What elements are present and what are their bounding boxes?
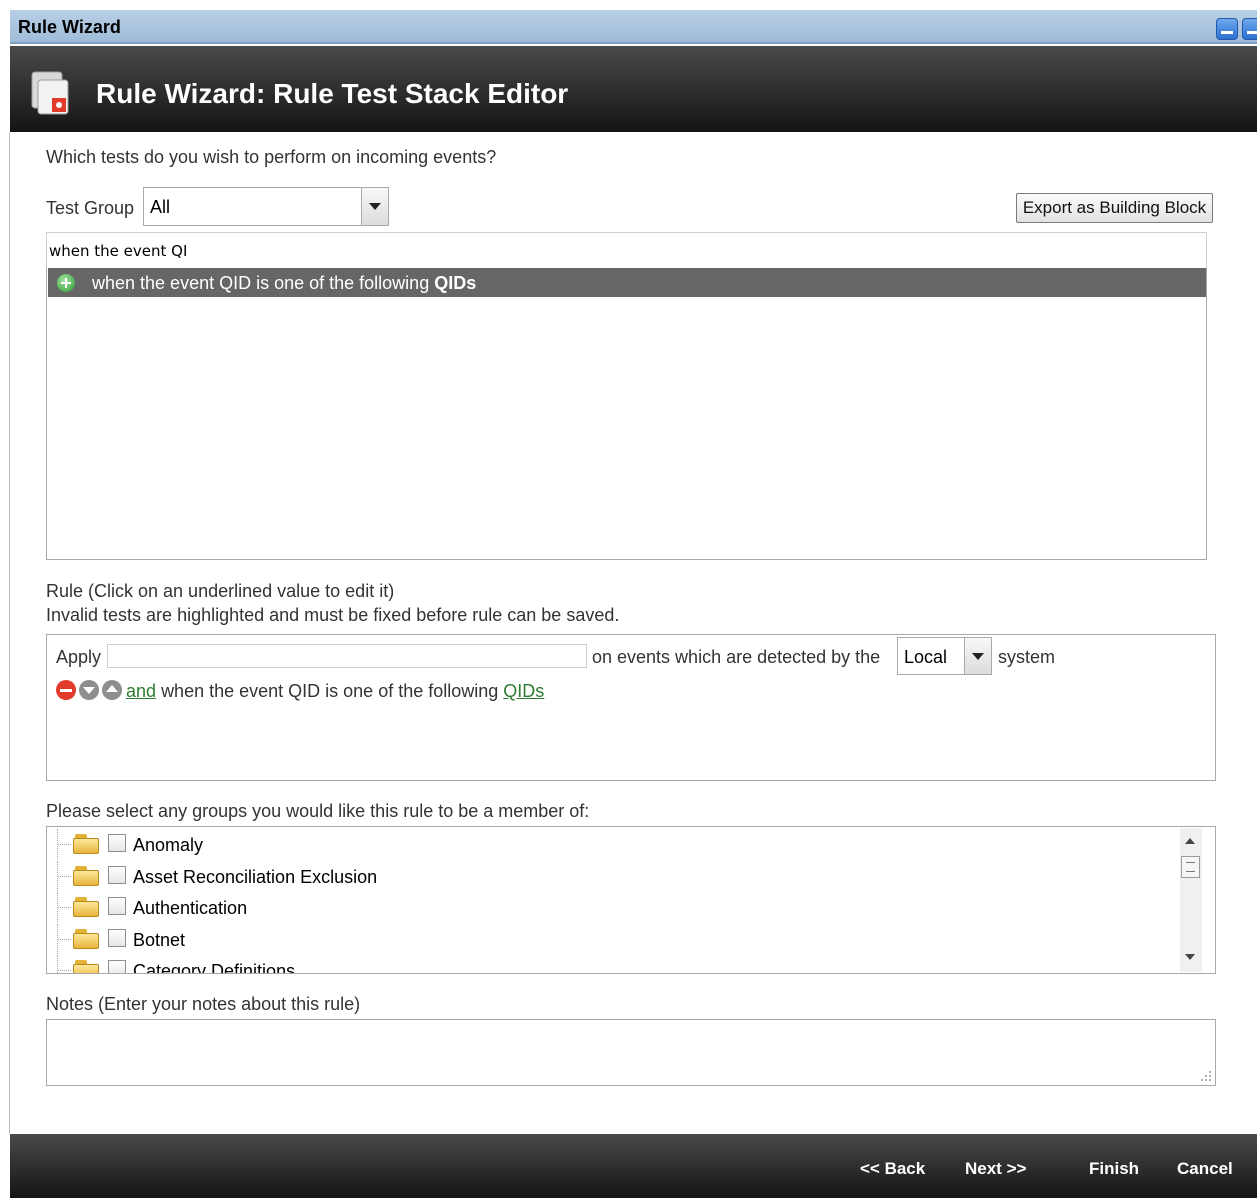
and-link[interactable]: and	[126, 681, 156, 701]
group-checkbox[interactable]	[108, 897, 126, 915]
system-select-value: Local	[904, 647, 948, 667]
chevron-down-icon[interactable]	[964, 638, 991, 674]
window-border	[9, 132, 10, 1134]
cancel-button[interactable]: Cancel	[1177, 1159, 1233, 1179]
qids-link[interactable]: QIDs	[503, 681, 544, 701]
page-title: Rule Wizard: Rule Test Stack Editor	[96, 78, 569, 109]
folder-icon	[73, 834, 101, 854]
export-building-block-button[interactable]: Export as Building Block	[1016, 193, 1213, 223]
group-checkbox[interactable]	[108, 834, 126, 852]
group-item-category-definitions[interactable]: Category Definitions	[47, 955, 1177, 974]
tree-line	[57, 844, 71, 845]
group-checkbox[interactable]	[108, 929, 126, 947]
rule-name-input[interactable]	[107, 644, 587, 668]
chevron-down-icon[interactable]	[361, 188, 388, 225]
apply-label: Apply	[56, 647, 102, 667]
groups-prompt: Please select any groups you would like …	[46, 801, 590, 821]
system-label: system	[998, 647, 1056, 667]
finish-button[interactable]: Finish	[1089, 1159, 1139, 1179]
group-item-asset-reconciliation-exclusion[interactable]: Asset Reconciliation Exclusion	[47, 861, 1177, 891]
test-group-label: Test Group	[46, 198, 135, 218]
scroll-thumb[interactable]	[1181, 856, 1200, 878]
system-select[interactable]: Local	[897, 637, 992, 675]
resize-grip-icon[interactable]	[1198, 1068, 1212, 1082]
scroll-down-icon[interactable]	[1185, 954, 1195, 960]
rule-test-text: when the event QID is one of the followi…	[161, 681, 499, 701]
tree-line	[57, 939, 71, 940]
test-group-value: All	[150, 197, 171, 217]
tests-prompt: Which tests do you wish to perform on in…	[46, 147, 497, 167]
test-list-item[interactable]: when the event QID is one of the followi…	[48, 268, 1206, 297]
next-button[interactable]: Next >>	[965, 1159, 1026, 1179]
group-item-authentication[interactable]: Authentication	[47, 892, 1177, 922]
groups-scrollbar[interactable]	[1180, 828, 1202, 972]
wizard-header: Rule Wizard: Rule Test Stack Editor	[10, 46, 1257, 132]
notes-textarea[interactable]	[46, 1019, 1216, 1086]
groups-tree[interactable]: Anomaly Asset Reconciliation Exclusion A…	[46, 826, 1216, 974]
folder-icon	[73, 960, 101, 973]
group-label: Category Definitions	[133, 961, 296, 974]
rule-test-line: and when the event QID is one of the fol…	[126, 681, 544, 702]
notes-label: Notes (Enter your notes about this rule)	[46, 994, 361, 1014]
tree-line	[57, 970, 71, 971]
group-label: Asset Reconciliation Exclusion	[133, 867, 378, 887]
test-group-select[interactable]: All	[143, 187, 389, 226]
remove-test-icon[interactable]	[56, 680, 76, 700]
move-down-icon[interactable]	[79, 680, 99, 700]
rule-instruction: Rule (Click on an underlined value to ed…	[46, 581, 395, 601]
test-list[interactable]: when the event QID is one of the followi…	[46, 268, 1207, 560]
rule-warning: Invalid tests are highlighted and must b…	[46, 605, 620, 625]
add-icon[interactable]	[57, 274, 75, 292]
minimize-icon[interactable]	[1216, 18, 1238, 40]
scroll-up-icon[interactable]	[1185, 838, 1195, 844]
back-button[interactable]: << Back	[860, 1159, 925, 1179]
tree-line	[57, 907, 71, 908]
tree-line	[57, 876, 71, 877]
move-up-icon[interactable]	[102, 680, 122, 700]
wizard-footer: << Back Next >> Finish Cancel	[10, 1134, 1257, 1198]
window-titlebar: Rule Wizard	[10, 10, 1257, 44]
test-filter-input[interactable]	[46, 232, 1207, 268]
group-checkbox[interactable]	[108, 960, 126, 973]
group-label: Botnet	[133, 930, 186, 950]
test-list-item-label: when the event QID is one of the followi…	[92, 273, 477, 293]
group-label: Authentication	[133, 898, 248, 918]
rule-wizard-icon	[31, 71, 69, 115]
folder-icon	[73, 866, 101, 886]
group-item-anomaly[interactable]: Anomaly	[47, 829, 1177, 859]
group-item-botnet[interactable]: Botnet	[47, 924, 1177, 954]
folder-icon	[73, 929, 101, 949]
group-label: Anomaly	[133, 835, 204, 855]
detected-text: on events which are detected by the	[592, 647, 881, 667]
group-checkbox[interactable]	[108, 866, 126, 884]
window-title: Rule Wizard	[18, 17, 121, 37]
tree-line	[57, 955, 58, 973]
maximize-icon[interactable]	[1242, 18, 1257, 40]
folder-icon	[73, 897, 101, 917]
